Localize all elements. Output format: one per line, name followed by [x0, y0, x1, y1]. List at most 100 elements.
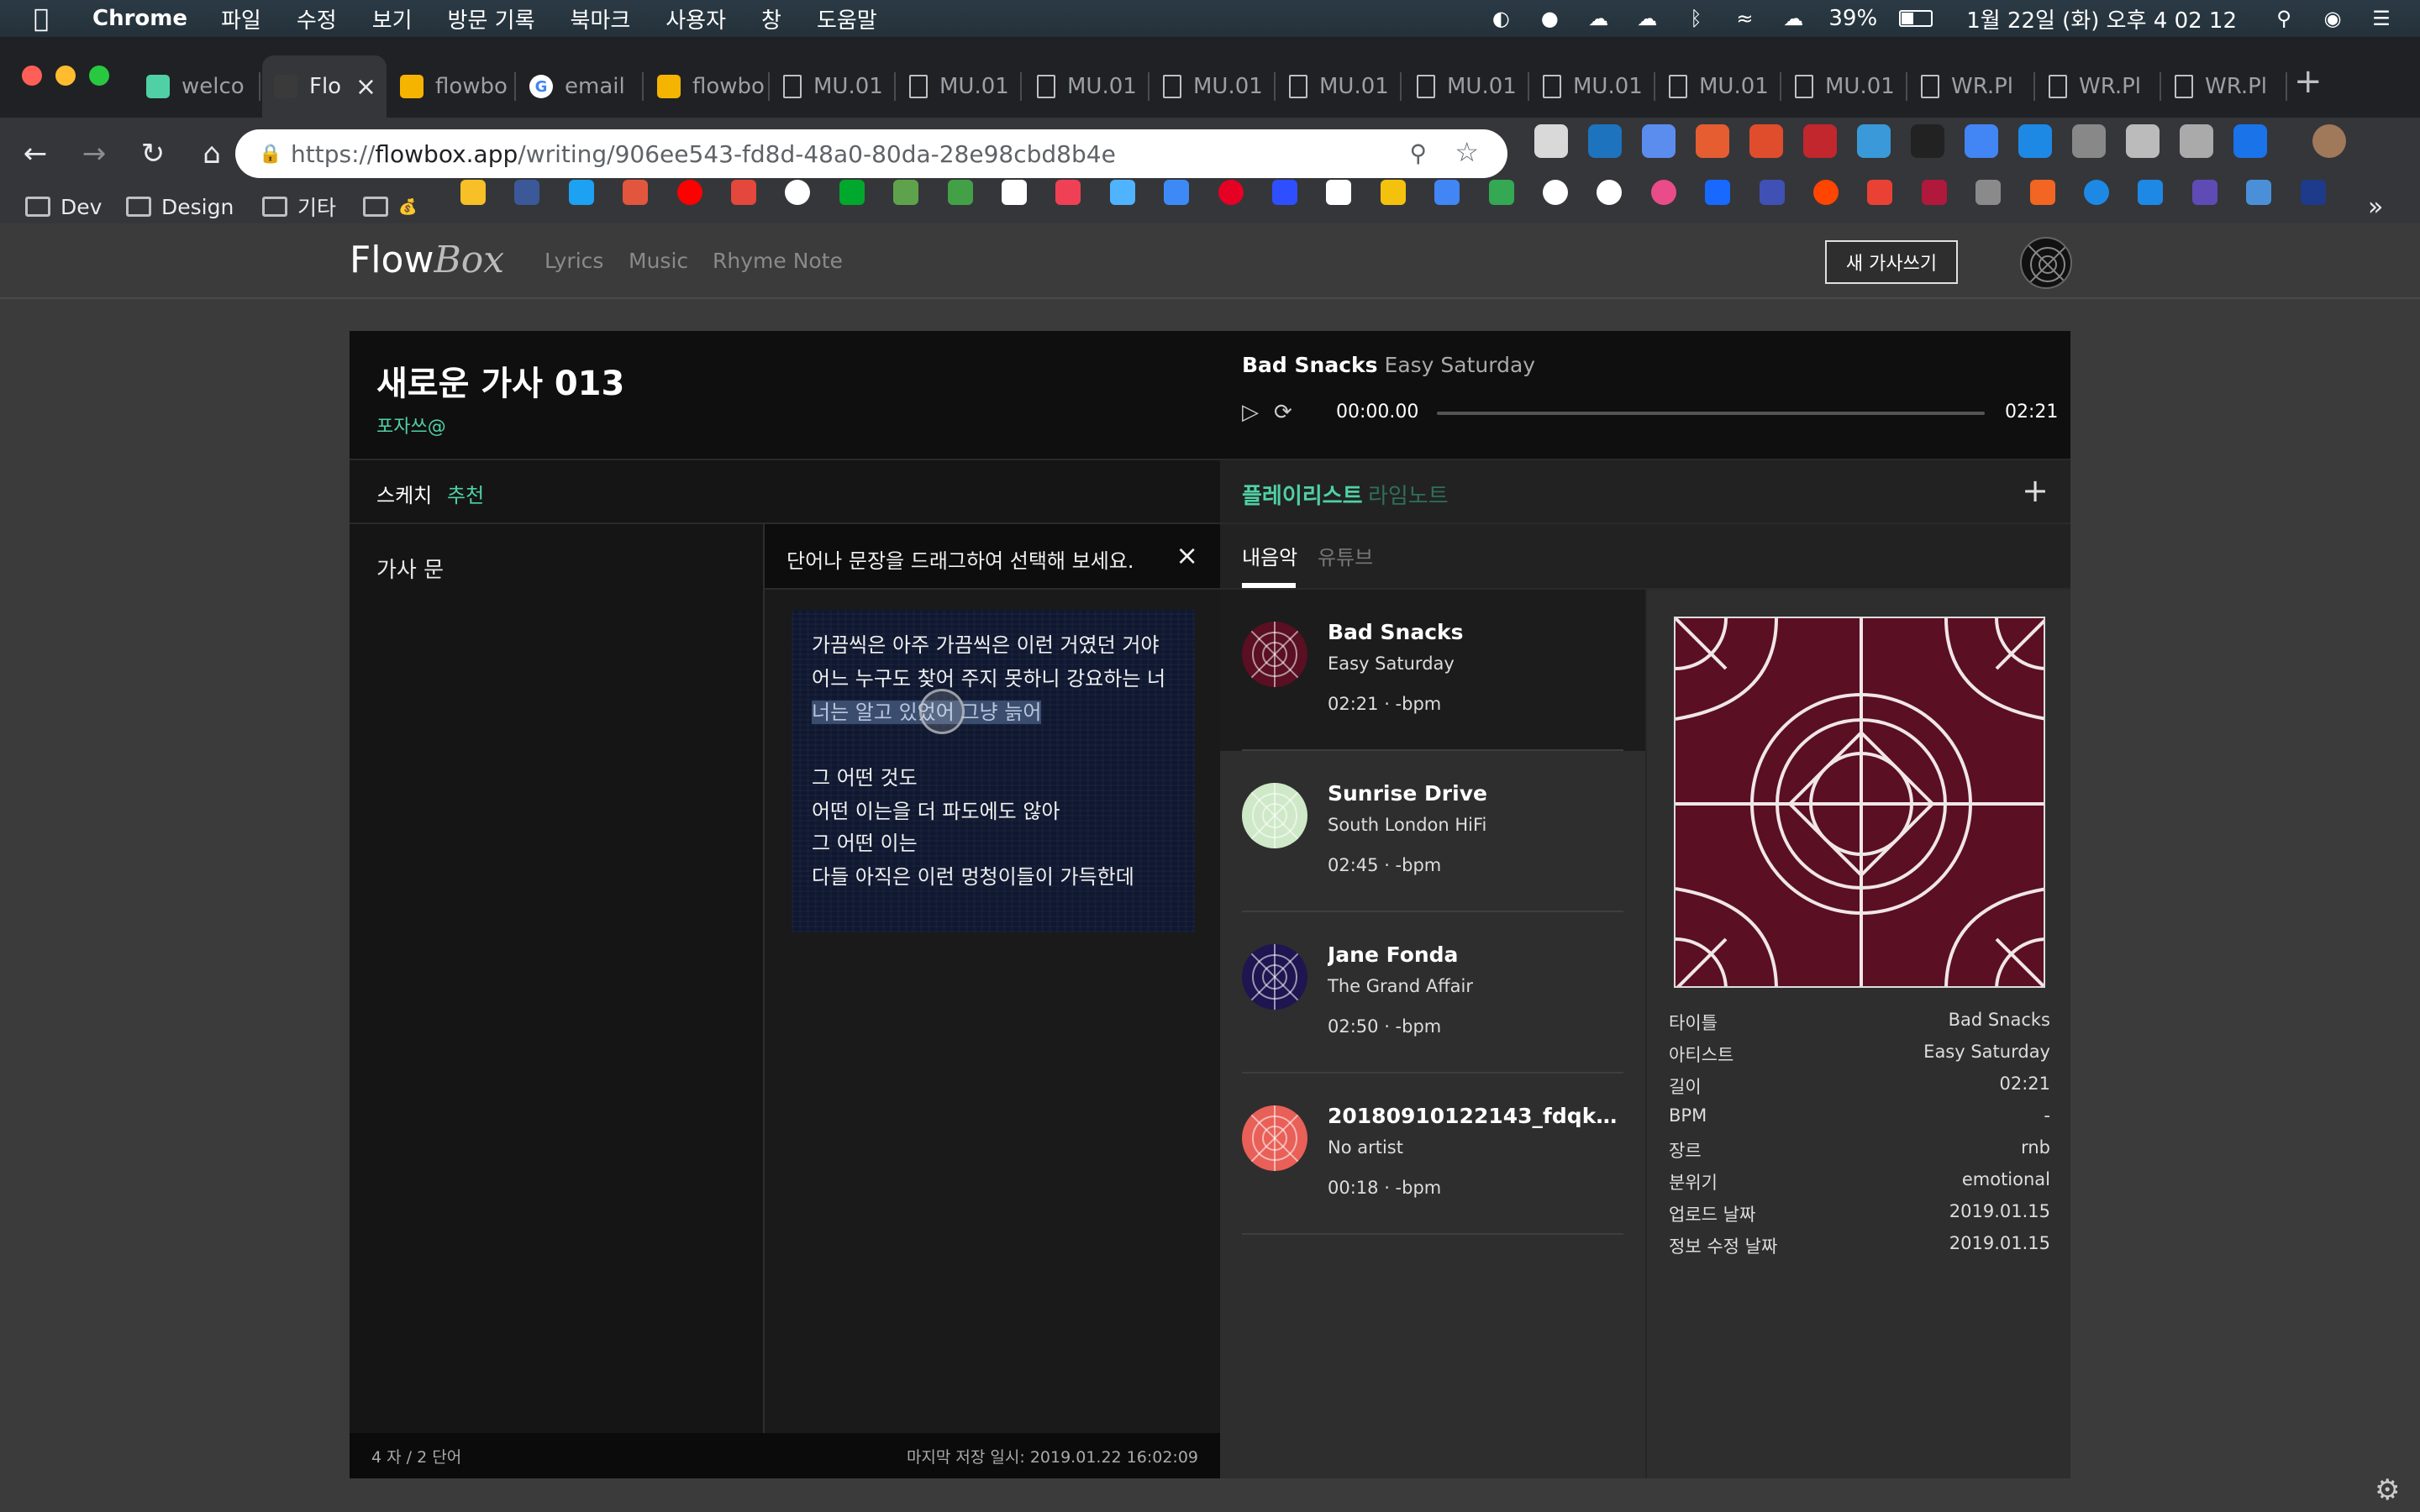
tab-my-music[interactable]: 내음악 [1242, 541, 1297, 588]
address-bar[interactable]: 🔒 https://flowbox.app/writing/906ee543-f… [235, 129, 1507, 178]
back-button[interactable]: ← [12, 130, 59, 177]
browser-tab[interactable]: MU.01 [771, 55, 896, 118]
browser-tab[interactable]: welco [134, 55, 260, 118]
screen-ext-icon[interactable] [2126, 124, 2160, 158]
stack-icon[interactable] [623, 180, 649, 205]
settings-gear-icon[interactable]: ⚙ [2375, 1473, 2400, 1507]
bookmark-star-site-icon[interactable] [460, 180, 486, 205]
bookmark-folder-design[interactable]: Design [126, 193, 234, 220]
link-site-icon[interactable] [1759, 180, 1785, 205]
new-tab-button[interactable]: + [2294, 62, 2323, 101]
bluetooth-icon[interactable]: ᛒ [1682, 7, 1709, 30]
browser-tab[interactable]: MU.01 [1405, 55, 1529, 118]
menu-help[interactable]: 도움말 [817, 3, 877, 34]
notification-center-icon[interactable]: ☰ [2368, 7, 2395, 30]
p-site-icon[interactable] [2191, 180, 2217, 205]
battery-icon[interactable] [1899, 10, 1933, 27]
zoom-icon[interactable]: ⚲ [1409, 139, 1427, 167]
browser-tab[interactable]: MU.01 [1531, 55, 1655, 118]
bulb-ext-icon[interactable] [2072, 124, 2106, 158]
lyric-line[interactable]: 어느 누구도 찾어 주지 못하니 강요하는 너 [812, 662, 1165, 691]
plus-site-icon[interactable] [2029, 180, 2055, 205]
browser-tab[interactable]: MU.01 [1657, 55, 1781, 118]
nav-music[interactable]: Music [629, 249, 688, 273]
menu-edit[interactable]: 수정 [297, 3, 337, 34]
menu-bookmarks[interactable]: 북마크 [571, 3, 631, 34]
lock-icon[interactable]: 🔒 [259, 144, 281, 165]
weather-icon[interactable]: ☁ [1780, 7, 1807, 30]
browser-tab[interactable]: MU.01 [1783, 55, 1907, 118]
tab-youtube[interactable]: 유튜브 [1318, 541, 1373, 570]
browser-tab[interactable]: MU.01 [1025, 55, 1150, 118]
drop-site-icon[interactable] [2084, 180, 2109, 205]
siri-icon[interactable]: ◉ [2319, 7, 2346, 30]
dark-site-icon[interactable] [1921, 180, 1947, 205]
dribbble-icon[interactable] [1650, 180, 1676, 205]
lyrics-author[interactable]: 포자쓰@ [376, 412, 446, 438]
song-list-item[interactable]: Sunrise Drive South London HiFi 02:45 · -b… [1220, 751, 1645, 912]
add-icon[interactable]: + [2022, 472, 2049, 509]
chat-ext-icon[interactable] [2180, 124, 2213, 158]
tab-sketch[interactable]: 스케치 [376, 479, 432, 508]
cloud-upload-icon[interactable]: ☁ [1585, 7, 1612, 30]
browser-tab[interactable]: flowbo [645, 55, 770, 118]
tab-rhyme-note[interactable]: 라임노트 [1368, 479, 1449, 510]
behance-b-icon[interactable] [731, 180, 756, 205]
bookmark-overflow-button[interactable]: » [2368, 192, 2383, 222]
camera-ext-icon[interactable] [1965, 124, 1998, 158]
adblock-ext-icon[interactable] [1803, 124, 1837, 158]
producthunt-ext-icon[interactable] [1749, 124, 1783, 158]
loading-site-icon[interactable] [2300, 180, 2326, 205]
song-list-item[interactable]: Bad Snacks Easy Saturday 02:21 · -bpm [1220, 590, 1645, 751]
youtube-icon[interactable] [676, 180, 702, 205]
close-tab-icon[interactable]: × [355, 72, 376, 102]
evernote-icon[interactable] [839, 180, 865, 205]
lyrics-textarea[interactable]: 가사 문 [350, 524, 765, 1433]
bookmark-folder-dev[interactable]: Dev [25, 193, 102, 220]
pocket-site-icon[interactable] [1055, 180, 1081, 205]
lyrics-text[interactable]: 가사 문 [376, 553, 444, 584]
tab-recommend[interactable]: 추천 [447, 479, 484, 508]
s-site-icon[interactable] [1867, 180, 1893, 205]
chrome-site-icon[interactable] [1543, 180, 1568, 205]
discord-site-icon[interactable] [1272, 180, 1297, 205]
facebook-icon[interactable] [514, 180, 540, 205]
google-site-icon[interactable] [1326, 180, 1352, 205]
address-url[interactable]: https://flowbox.app/writing/906ee543-fd8… [291, 140, 1116, 168]
menu-window[interactable]: 창 [761, 3, 781, 34]
menu-history[interactable]: 방문 기록 [448, 3, 535, 34]
browser-tab[interactable]: MU.01 [1151, 55, 1276, 118]
nav-lyrics[interactable]: Lyrics [544, 249, 603, 273]
wifi-icon[interactable]: ≈ [1731, 7, 1758, 30]
lyric-line[interactable]: 그 어떤 것도 [812, 761, 918, 790]
browser-tab[interactable]: MU.01 [1277, 55, 1402, 118]
song-list-item[interactable]: Jane Fonda The Grand Affair 02:50 · -bpm [1220, 912, 1645, 1074]
kakao-site-icon[interactable] [1164, 180, 1190, 205]
sketch-site-icon[interactable] [1109, 180, 1135, 205]
incognito-ext-icon[interactable] [1911, 124, 1944, 158]
browser-tab[interactable]: WR.Pl [1909, 55, 2035, 118]
close-window-button[interactable] [22, 66, 42, 86]
diamond-ext-icon[interactable] [2018, 124, 2052, 158]
sheets-icon[interactable] [947, 180, 973, 205]
lyric-line[interactable]: 다들 아직은 이런 멍청이들이 가득한데 [812, 860, 1134, 890]
bookmark-folder-etc[interactable]: 기타 [262, 193, 336, 220]
translate-ext-icon[interactable] [1642, 124, 1676, 158]
twitter-icon[interactable] [568, 180, 594, 205]
browser-tab[interactable]: Gemail [518, 55, 644, 118]
lyric-line[interactable]: 그 어떤 이는 [812, 827, 918, 856]
menu-view[interactable]: 보기 [372, 3, 413, 34]
stylus-ext-icon[interactable] [1588, 124, 1622, 158]
calendar-site-icon[interactable] [2138, 180, 2164, 205]
reddit-icon[interactable] [1813, 180, 1839, 205]
nav-rhyme-note[interactable]: Rhyme Note [713, 249, 843, 273]
browser-tab[interactable]: WR.Pl [2163, 55, 2287, 118]
menu-people[interactable]: 사용자 [666, 3, 726, 34]
lyric-line[interactable]: 가끔씩은 아주 가끔씩은 이런 거였던 거야 [812, 628, 1160, 658]
forward-button[interactable]: → [71, 130, 118, 177]
seek-bar[interactable] [1437, 412, 1985, 415]
browser-tab[interactable]: Flo × [262, 55, 387, 118]
app-status-icon[interactable]: ◐ [1487, 7, 1514, 30]
formula-ext-icon[interactable] [1696, 124, 1729, 158]
home-button[interactable]: ⌂ [188, 130, 235, 177]
